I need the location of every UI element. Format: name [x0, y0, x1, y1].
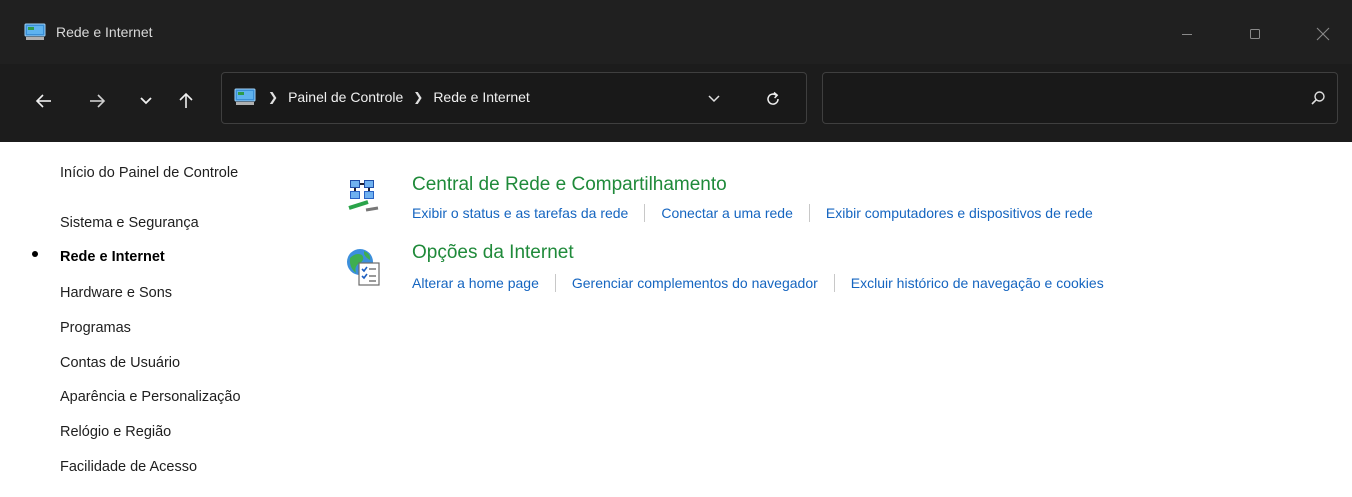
sidebar-item-programas[interactable]: Programas	[60, 320, 131, 336]
arrow-right-icon	[90, 94, 106, 108]
link-connect-network[interactable]: Conectar a uma rede	[661, 205, 793, 221]
link-delete-history-cookies[interactable]: Excluir histórico de navegação e cookies	[851, 275, 1104, 291]
chevron-down-icon	[708, 95, 720, 103]
active-bullet-icon	[32, 251, 38, 257]
internet-options-icon[interactable]	[344, 246, 384, 286]
refresh-icon	[767, 91, 779, 105]
address-bar[interactable]: ❯ Painel de Controle ❯ Rede e Internet	[221, 72, 807, 124]
category-links-internet-options: Alterar a home page Gerenciar complement…	[412, 274, 1104, 292]
breadcrumb-separator-icon[interactable]: ❯	[413, 90, 423, 104]
network-sharing-center-icon[interactable]	[344, 176, 384, 216]
back-button[interactable]	[29, 86, 59, 116]
sidebar-item-aparencia[interactable]: Aparência e Personalização	[60, 389, 241, 405]
maximize-button[interactable]	[1232, 14, 1278, 54]
link-divider	[554, 274, 556, 292]
sidebar-item-contas-usuario[interactable]: Contas de Usuário	[60, 355, 180, 371]
sidebar-item-hardware-sons[interactable]: Hardware e Sons	[60, 285, 172, 301]
category-title-network-sharing[interactable]: Central de Rede e Compartilhamento	[412, 174, 727, 196]
search-input[interactable]	[833, 83, 1293, 113]
recent-locations-button[interactable]	[131, 86, 161, 116]
link-view-network-status[interactable]: Exibir o status e as tarefas da rede	[412, 205, 628, 221]
minimize-icon	[1182, 34, 1192, 35]
breadcrumb: ❯ Painel de Controle ❯ Rede e Internet	[268, 89, 530, 105]
search-icon[interactable]	[1307, 87, 1329, 109]
control-panel-icon	[234, 88, 256, 106]
link-divider	[833, 274, 835, 292]
link-view-network-devices[interactable]: Exibir computadores e dispositivos de re…	[826, 205, 1093, 221]
link-divider	[644, 204, 646, 222]
up-button[interactable]	[171, 86, 201, 116]
sidebar-item-facilidade-acesso[interactable]: Facilidade de Acesso	[60, 459, 197, 475]
chevron-down-icon	[140, 97, 152, 105]
breadcrumb-separator-icon[interactable]: ❯	[268, 90, 278, 104]
breadcrumb-painel-de-controle[interactable]: Painel de Controle	[288, 89, 403, 105]
search-box	[822, 72, 1338, 124]
forward-button[interactable]	[82, 86, 112, 116]
category-links-network-sharing: Exibir o status e as tarefas da rede Con…	[412, 204, 1093, 222]
title-bar: Rede e Internet	[0, 0, 1352, 64]
category-title-internet-options[interactable]: Opções da Internet	[412, 242, 574, 264]
refresh-button[interactable]	[760, 87, 786, 111]
minimize-button[interactable]	[1164, 14, 1210, 54]
close-button[interactable]	[1300, 14, 1346, 54]
sidebar-item-inicio-painel[interactable]: Início do Painel de Controle	[60, 165, 238, 181]
arrow-up-icon	[179, 92, 193, 108]
link-manage-addons[interactable]: Gerenciar complementos do navegador	[572, 275, 818, 291]
link-change-home-page[interactable]: Alterar a home page	[412, 275, 539, 291]
maximize-icon	[1250, 29, 1260, 39]
address-dropdown-button[interactable]	[702, 88, 726, 110]
sidebar-item-relogio-regiao[interactable]: Relógio e Região	[60, 424, 171, 440]
sidebar-item-rede-internet[interactable]: Rede e Internet	[60, 249, 165, 265]
breadcrumb-rede-e-internet[interactable]: Rede e Internet	[433, 89, 530, 105]
control-panel-window: Rede e Internet ❯ Painel de Controle ❯ R…	[0, 0, 1352, 497]
control-panel-icon	[24, 23, 46, 41]
close-icon	[1316, 27, 1330, 41]
link-divider	[808, 204, 810, 222]
arrow-left-icon	[35, 94, 51, 108]
window-title: Rede e Internet	[56, 24, 153, 40]
sidebar-item-sistema-seguranca[interactable]: Sistema e Segurança	[60, 215, 199, 231]
